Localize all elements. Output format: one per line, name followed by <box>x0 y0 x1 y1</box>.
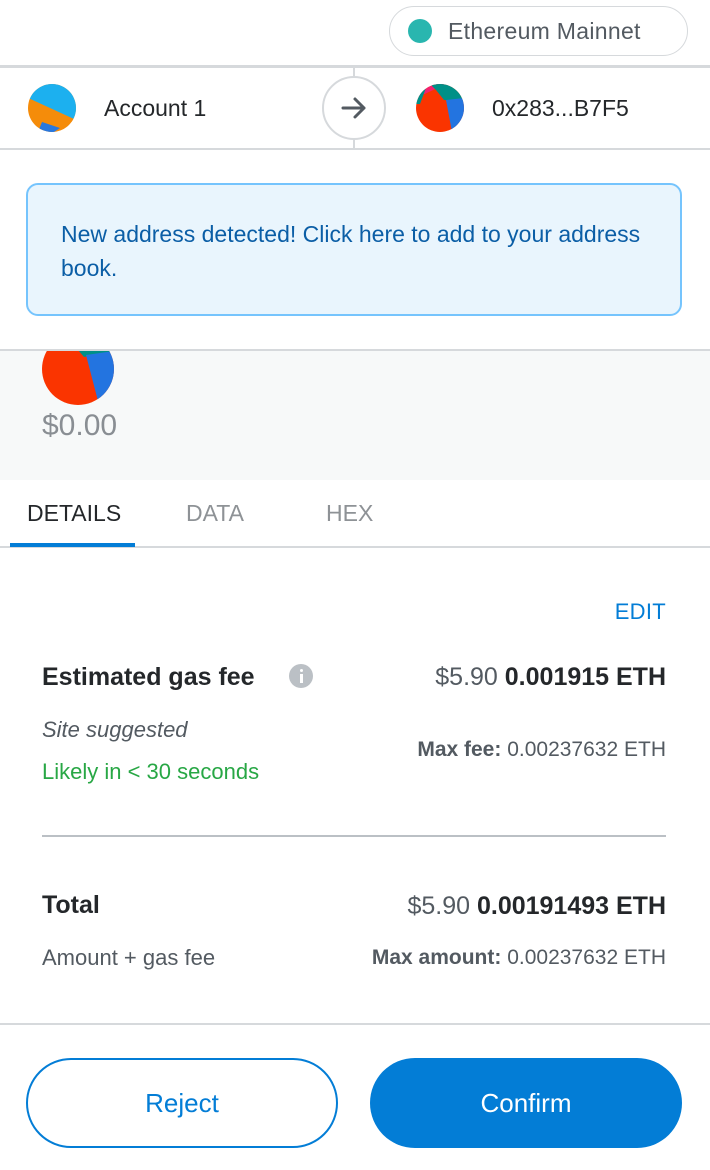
edit-gas-button[interactable]: EDIT <box>615 599 666 625</box>
tab-hex[interactable]: HEX <box>326 500 373 527</box>
network-status-dot <box>408 19 432 43</box>
info-icon[interactable] <box>289 664 313 688</box>
gas-fee-value: $5.90 0.001915 ETH <box>435 663 666 692</box>
max-fee-label: Max fee: <box>417 738 502 761</box>
max-amount: Max amount: 0.00237632 ETH <box>372 946 666 970</box>
banner-text: New address detected! Click here to add … <box>61 221 641 281</box>
transaction-amount: $0.00 <box>42 409 118 442</box>
gas-timing: Likely in < 30 seconds <box>42 759 260 784</box>
network-selector[interactable]: Ethereum Mainnet <box>389 6 688 56</box>
token-avatar-icon <box>42 351 114 405</box>
tab-data[interactable]: DATA <box>186 500 244 527</box>
reject-button[interactable]: Reject <box>26 1058 338 1148</box>
gas-source: Site suggested <box>42 717 188 742</box>
recipient-address: 0x283...B7F5 <box>492 94 629 121</box>
recipient-avatar-icon <box>416 84 464 132</box>
divider <box>42 835 666 837</box>
active-tab-indicator <box>10 543 135 547</box>
tab-details[interactable]: DETAILS <box>27 500 121 527</box>
total-value: $5.90 0.00191493 ETH <box>407 892 666 921</box>
max-amount-value: 0.00237632 ETH <box>507 946 666 969</box>
max-fee-value: 0.00237632 ETH <box>507 738 666 761</box>
max-fee: Max fee: 0.00237632 ETH <box>417 738 666 762</box>
divider <box>0 1023 710 1025</box>
sender-account[interactable]: Account 1 <box>28 68 206 148</box>
transaction-summary: $0.00 <box>0 349 710 480</box>
total-fiat: $5.90 <box>407 892 471 920</box>
max-amount-label: Max amount: <box>371 946 502 969</box>
sender-avatar-icon <box>28 84 76 132</box>
top-bar: Ethereum Mainnet <box>0 0 710 66</box>
gas-fee-label: Estimated gas fee <box>42 663 255 691</box>
recipient-account[interactable]: 0x283...B7F5 <box>416 68 629 148</box>
network-label: Ethereum Mainnet <box>448 17 641 44</box>
tab-bar: DETAILS DATA HEX <box>0 480 710 548</box>
total-sublabel: Amount + gas fee <box>42 945 216 970</box>
gas-fee-eth: 0.001915 ETH <box>504 663 666 691</box>
confirm-button[interactable]: Confirm <box>370 1058 682 1148</box>
sender-name: Account 1 <box>104 94 207 121</box>
sender-recipient-bar: Account 1 0x283...B7F5 <box>0 65 710 150</box>
arrow-right-icon <box>322 76 386 140</box>
total-eth: 0.00191493 ETH <box>476 892 666 920</box>
gas-fee-fiat: $5.90 <box>435 663 498 691</box>
total-label: Total <box>42 891 100 919</box>
new-address-banner[interactable]: New address detected! Click here to add … <box>26 183 682 316</box>
